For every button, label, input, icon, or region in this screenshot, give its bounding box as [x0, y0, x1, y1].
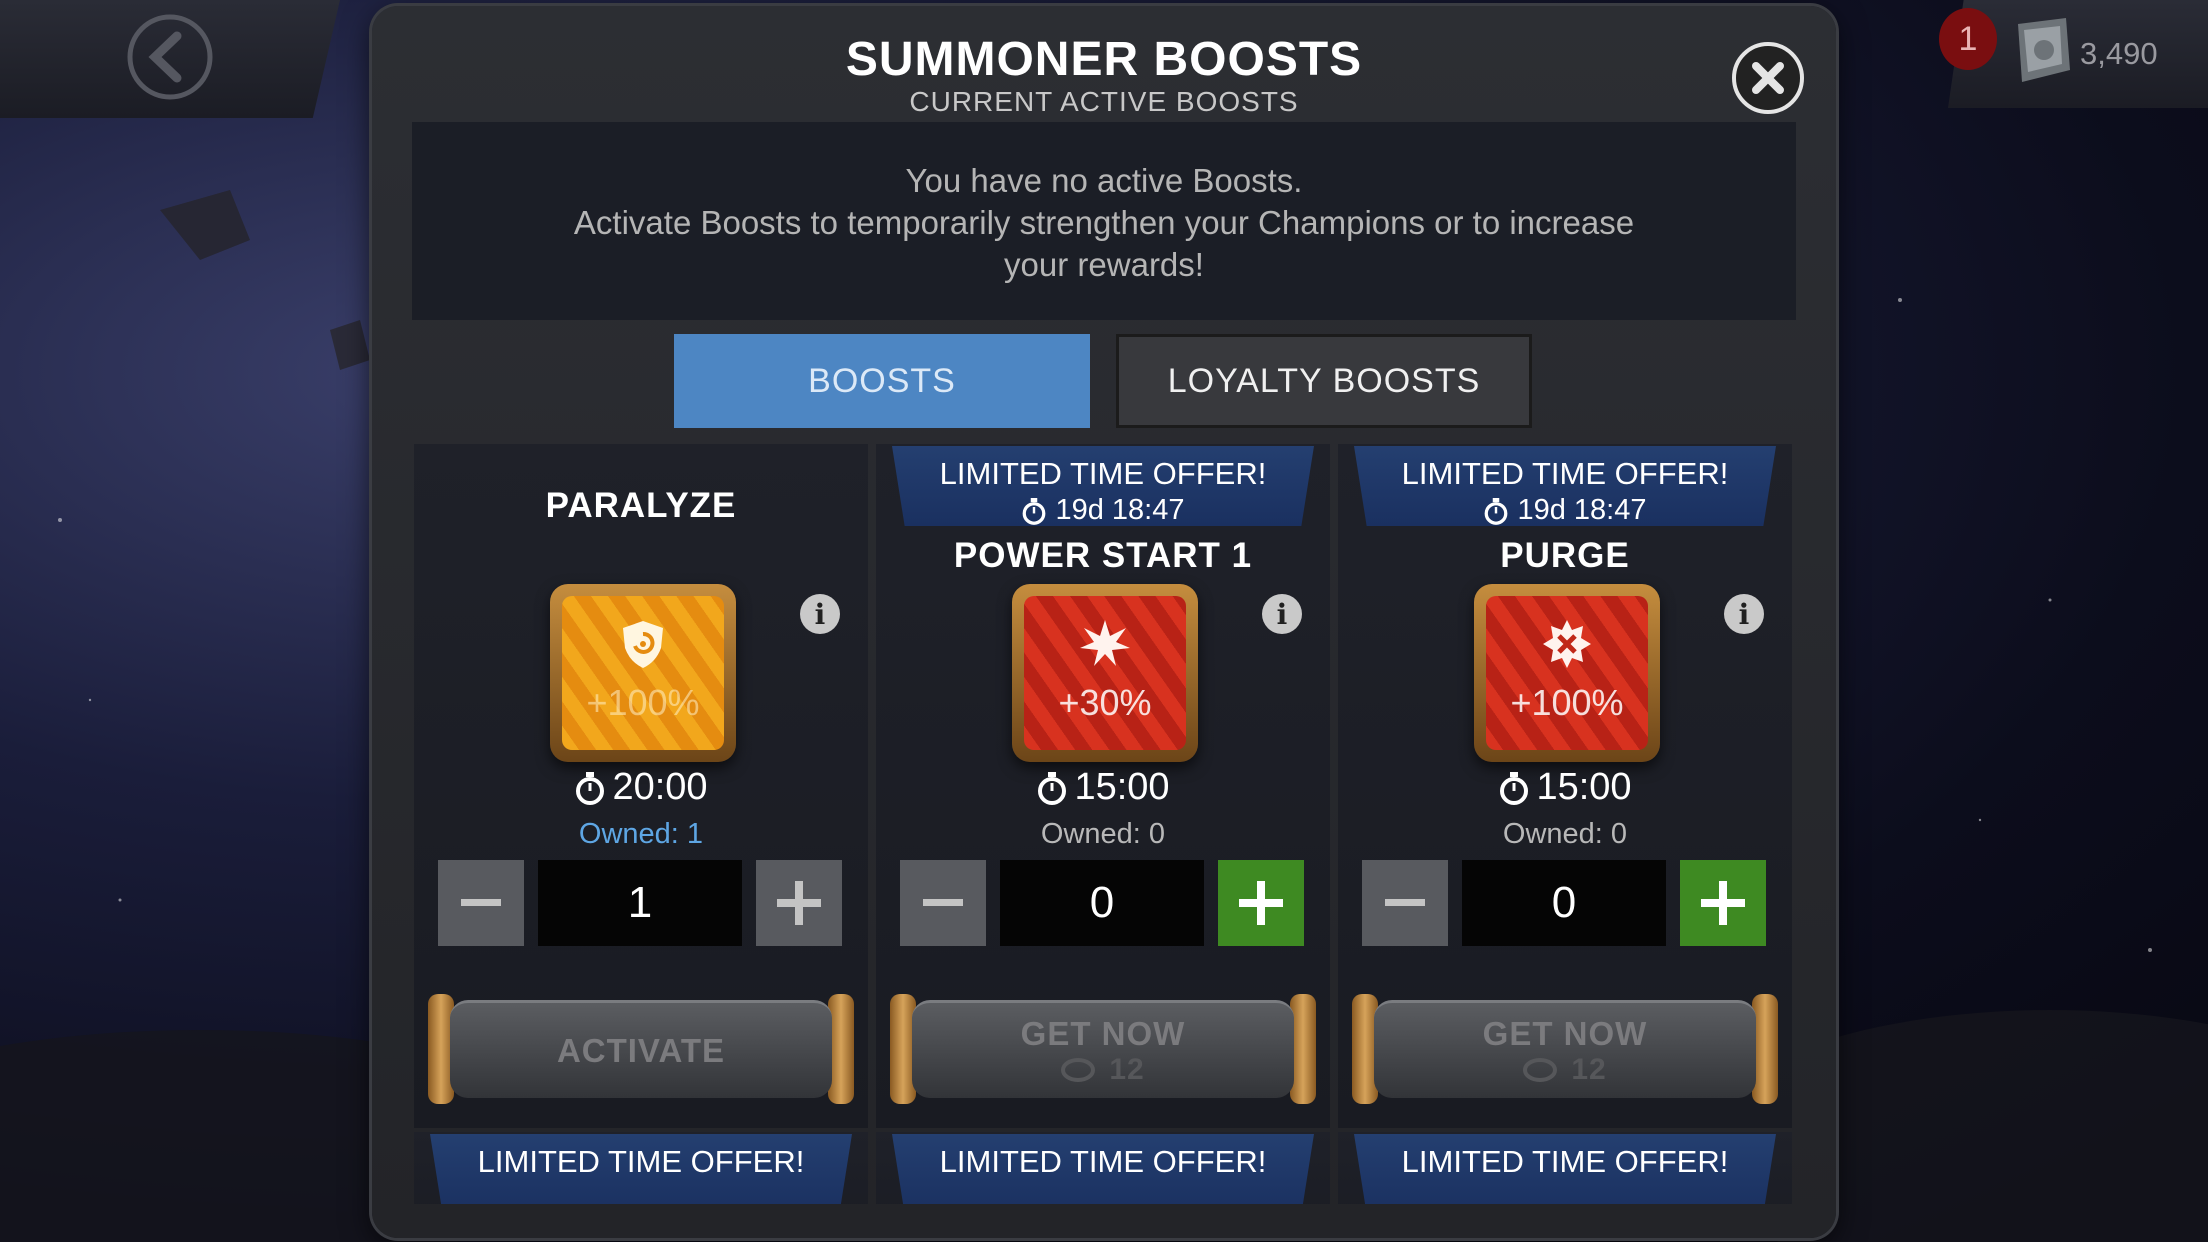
boost-icon-frame[interactable]: +100%: [1474, 584, 1660, 762]
offer-timer: 19d 18:47: [1517, 494, 1647, 526]
back-arrow-icon: [127, 14, 213, 100]
boost-percent: +100%: [586, 682, 700, 723]
tab-boosts[interactable]: BOOSTS: [674, 334, 1090, 428]
boost-icon-frame[interactable]: +100%: [550, 584, 736, 762]
close-button[interactable]: [1732, 42, 1804, 114]
boost-cards-grid: PARALYZE +100% i 20:00 Owned: 1 1 ACTIVA…: [414, 444, 1794, 1204]
activate-button[interactable]: ACTIVATE: [428, 994, 854, 1104]
duration-value: 15:00: [1074, 766, 1170, 808]
offer-title: LIMITED TIME OFFER!: [1401, 456, 1729, 491]
owned-count: Owned: 1: [578, 818, 704, 850]
purge-gear-icon: [1543, 620, 1591, 668]
offer-timer: 19d 18:47: [1055, 494, 1185, 526]
summoner-boosts-modal: SUMMONER BOOSTS CURRENT ACTIVE BOOSTS Yo…: [372, 6, 1836, 1238]
notification-badge[interactable]: 1: [1939, 8, 1997, 70]
active-boosts-panel: You have no active Boosts. Activate Boos…: [412, 122, 1796, 320]
stopwatch-icon: [1485, 497, 1508, 525]
quantity-field[interactable]: 0: [1000, 860, 1204, 946]
plus-icon: [1701, 881, 1745, 925]
owned-count: Owned: 0: [1040, 818, 1166, 850]
no-active-boosts-text: You have no active Boosts.: [905, 162, 1303, 199]
offer-title: LIMITED TIME OFFER!: [939, 1144, 1267, 1179]
modal-title: SUMMONER BOOSTS: [845, 33, 1363, 86]
stopwatch-icon: [1500, 771, 1529, 805]
action-label: ACTIVATE: [556, 1031, 726, 1069]
quantity-field[interactable]: 0: [1462, 860, 1666, 946]
action-label: GET NOW: [1482, 1014, 1648, 1052]
offer-title: LIMITED TIME OFFER!: [939, 456, 1267, 491]
decrease-quantity-button[interactable]: [900, 860, 986, 946]
minus-icon: [1385, 899, 1425, 906]
boosts-explanation-text-2: your rewards!: [1004, 246, 1204, 283]
battlechip-currency-icon: [2018, 18, 2070, 82]
plus-icon: [1239, 881, 1283, 925]
shield-swirl-icon: [623, 621, 663, 668]
price-value: 12: [1109, 1052, 1145, 1086]
boost-icon-frame[interactable]: +30%: [1012, 584, 1198, 762]
boost-card-power-start-1: LIMITED TIME OFFER! 19d 18:47 POWER STAR…: [876, 444, 1330, 1128]
info-icon[interactable]: i: [1724, 594, 1764, 634]
action-label: GET NOW: [1020, 1014, 1186, 1052]
duration-value: 15:00: [1536, 766, 1632, 808]
boosts-explanation-text: Activate Boosts to temporarily strengthe…: [573, 204, 1635, 241]
currency-value: 3,490: [2080, 36, 2158, 71]
offer-title: LIMITED TIME OFFER!: [477, 1144, 805, 1179]
stopwatch-icon: [576, 771, 605, 805]
info-icon[interactable]: i: [800, 594, 840, 634]
back-button[interactable]: [108, 14, 232, 100]
boost-percent: +100%: [1510, 682, 1624, 723]
owned-count: Owned: 0: [1502, 818, 1628, 850]
boost-duration: 15:00: [876, 766, 1330, 809]
boost-card-row2-2: LIMITED TIME OFFER!: [876, 1132, 1330, 1204]
boost-card-row2-1: LIMITED TIME OFFER!: [414, 1132, 868, 1204]
stopwatch-icon: [1023, 497, 1046, 525]
units-currency-icon: [1523, 1057, 1558, 1082]
boost-duration: 20:00: [414, 766, 868, 809]
boost-name: PARALYZE: [545, 486, 737, 525]
close-icon: [1752, 62, 1784, 94]
get-now-button[interactable]: GET NOW 12: [890, 994, 1316, 1104]
increase-quantity-button[interactable]: [1680, 860, 1766, 946]
offer-title: LIMITED TIME OFFER!: [1401, 1144, 1729, 1179]
tab-loyalty-boosts[interactable]: LOYALTY BOOSTS: [1116, 334, 1532, 428]
price-value: 12: [1571, 1052, 1607, 1086]
boost-name: POWER START 1: [953, 536, 1253, 575]
limited-offer-banner: LIMITED TIME OFFER! 19d 18:47: [892, 446, 1314, 526]
boost-card-purge: LIMITED TIME OFFER! 19d 18:47 PURGE +100…: [1338, 444, 1792, 1128]
boost-card-row2-3: LIMITED TIME OFFER!: [1338, 1132, 1792, 1204]
info-icon[interactable]: i: [1262, 594, 1302, 634]
limited-offer-banner: LIMITED TIME OFFER!: [1354, 1134, 1776, 1204]
stopwatch-icon: [1038, 771, 1067, 805]
decrease-quantity-button[interactable]: [438, 860, 524, 946]
increase-quantity-button[interactable]: [1218, 860, 1304, 946]
increase-quantity-button[interactable]: [756, 860, 842, 946]
modal-subtitle: CURRENT ACTIVE BOOSTS: [909, 86, 1299, 117]
boost-duration: 15:00: [1338, 766, 1792, 809]
power-burst-icon: [1080, 620, 1130, 666]
minus-icon: [461, 899, 501, 906]
plus-icon: [777, 881, 821, 925]
limited-offer-banner: LIMITED TIME OFFER!: [430, 1134, 852, 1204]
limited-offer-banner: LIMITED TIME OFFER!: [892, 1134, 1314, 1204]
units-currency-icon: [1061, 1057, 1096, 1082]
limited-offer-banner: LIMITED TIME OFFER! 19d 18:47: [1354, 446, 1776, 526]
duration-value: 20:00: [612, 766, 708, 808]
get-now-button[interactable]: GET NOW 12: [1352, 994, 1778, 1104]
minus-icon: [923, 899, 963, 906]
boost-percent: +30%: [1058, 682, 1152, 723]
boost-card-paralyze: PARALYZE +100% i 20:00 Owned: 1 1 ACTIVA…: [414, 444, 868, 1128]
quantity-field[interactable]: 1: [538, 860, 742, 946]
boost-name: PURGE: [1500, 536, 1630, 575]
decrease-quantity-button[interactable]: [1362, 860, 1448, 946]
